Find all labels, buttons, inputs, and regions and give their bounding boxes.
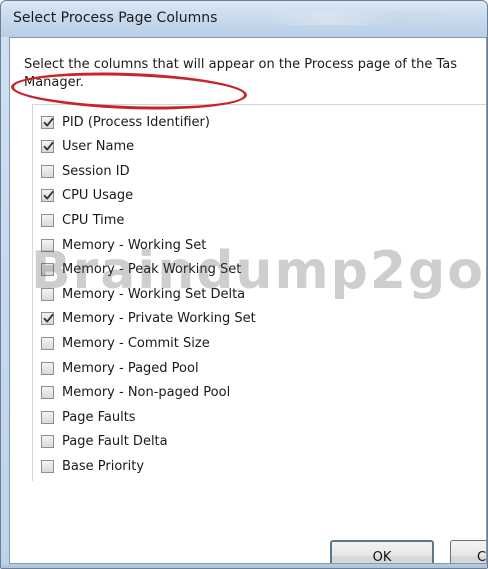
column-option[interactable]: Memory - Commit Size	[41, 332, 210, 354]
dialog-window: Select Process Page Columns Select the c…	[0, 0, 488, 569]
checkbox[interactable]	[41, 189, 54, 203]
checkbox[interactable]	[41, 361, 54, 375]
column-option[interactable]: CPU Time	[41, 209, 124, 231]
column-option[interactable]: Session ID	[41, 160, 130, 182]
column-option-label: Memory - Private Working Set	[62, 311, 256, 327]
checkbox[interactable]	[41, 312, 54, 326]
checkbox[interactable]	[41, 164, 54, 178]
checkbox[interactable]	[41, 435, 54, 449]
column-option[interactable]: PID (Process Identifier)	[41, 111, 210, 133]
title-bar[interactable]: Select Process Page Columns	[1, 1, 487, 37]
checkbox[interactable]	[41, 386, 54, 400]
column-option-label: CPU Time	[62, 212, 125, 228]
column-option[interactable]: Page Fault Delta	[41, 431, 168, 453]
column-option[interactable]: Memory - Paged Pool	[41, 357, 199, 379]
column-option-label: Memory - Commit Size	[62, 335, 210, 351]
checkmark-icon	[43, 117, 54, 126]
column-option-label: Session ID	[62, 163, 130, 179]
ok-button[interactable]: OK	[330, 540, 434, 564]
checkmark-icon	[43, 314, 54, 323]
column-option[interactable]: Page Faults	[41, 406, 136, 428]
column-option[interactable]: Memory - Private Working Set	[41, 308, 256, 330]
watermark-text: Braindump2go.com	[31, 241, 487, 301]
column-option[interactable]: CPU Usage	[41, 185, 133, 207]
ok-button-label: OK	[372, 549, 392, 564]
title-bar-background-ghost	[261, 11, 481, 25]
window-bottom-border	[1, 564, 487, 568]
column-option-label: Base Priority	[62, 458, 145, 474]
checkmark-icon	[43, 191, 54, 200]
checkbox[interactable]	[41, 336, 54, 350]
column-option-label: Page Fault Delta	[62, 434, 168, 450]
cancel-button[interactable]: Ca	[450, 540, 487, 564]
column-option[interactable]: Base Priority	[41, 455, 144, 477]
column-option-label: CPU Usage	[62, 188, 134, 204]
column-option-label: Page Faults	[62, 409, 136, 425]
column-option[interactable]: User Name	[41, 136, 134, 158]
checkbox[interactable]	[41, 115, 54, 129]
checkbox[interactable]	[41, 140, 54, 154]
cancel-button-label: Ca	[477, 549, 487, 564]
checkbox[interactable]	[41, 213, 54, 227]
column-option-label: PID (Process Identifier)	[62, 114, 210, 130]
dialog-title: Select Process Page Columns	[13, 10, 218, 26]
column-option-label: Memory - Paged Pool	[62, 360, 199, 376]
column-option[interactable]: Memory - Non-paged Pool	[41, 382, 230, 404]
checkbox[interactable]	[41, 410, 54, 424]
column-option-label: User Name	[62, 139, 135, 155]
checkbox[interactable]	[41, 459, 54, 473]
checkmark-icon	[43, 141, 54, 151]
column-option-label: Memory - Non-paged Pool	[62, 385, 231, 401]
